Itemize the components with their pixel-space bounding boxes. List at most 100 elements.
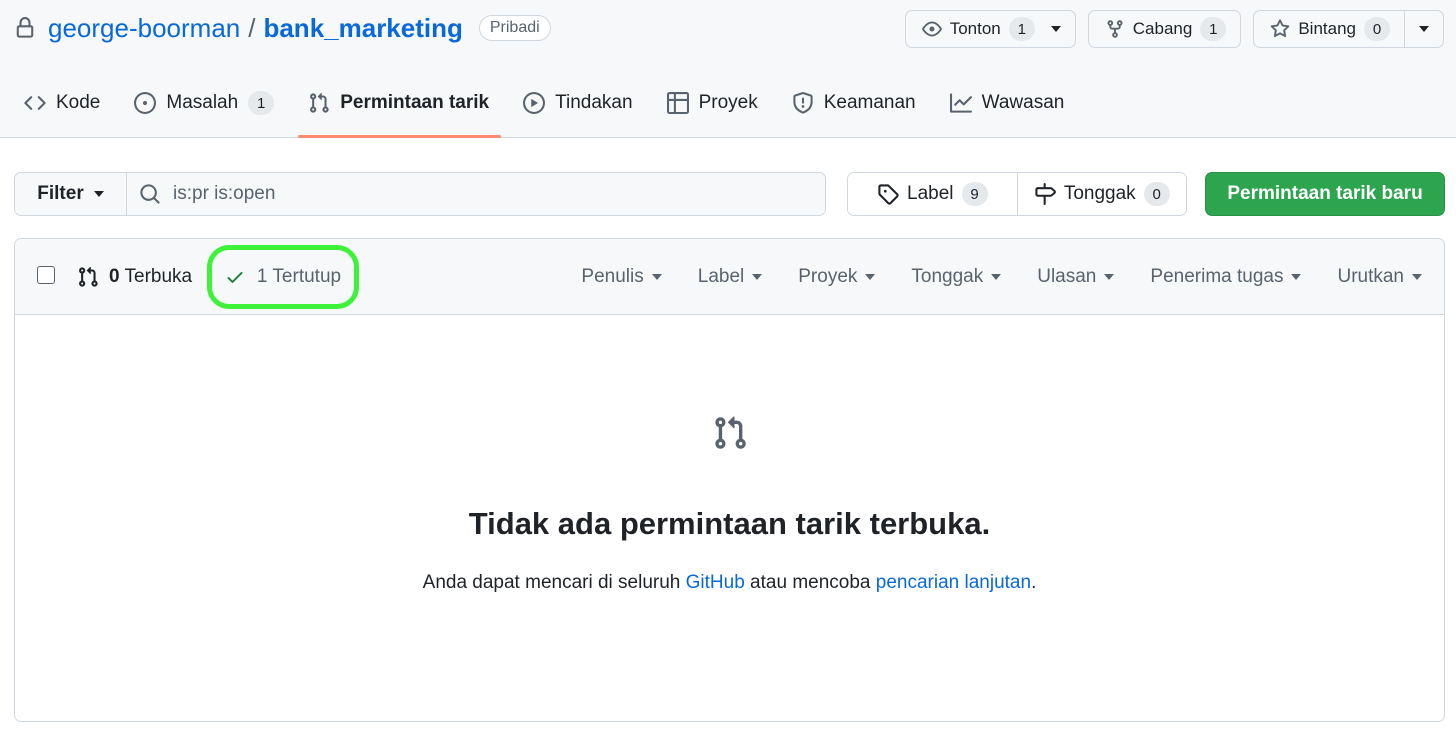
visibility-badge: Pribadi [478,15,551,41]
chevron-down-icon [1104,274,1115,280]
star-dropdown[interactable] [1404,11,1443,47]
list-header: 0 Terbuka 1 Tertutup Penulis Label Proye… [15,239,1444,315]
blankslate-text-middle: atau mencoba [744,572,876,593]
tab-insights[interactable]: Wawasan [940,82,1077,138]
list-filters: Penulis Label Proyek Tonggak Ulasan Pene… [581,239,1422,315]
tab-security-label: Keamanan [823,92,916,113]
fork-main[interactable]: Cabang 1 [1089,11,1241,47]
star-main[interactable]: Bintang 0 [1254,11,1404,47]
assignee-filter[interactable]: Penerima tugas [1150,266,1302,288]
labels-button[interactable]: Label 9 [848,173,1017,215]
reviews-filter[interactable]: Ulasan [1037,266,1115,288]
tab-pull-requests-label: Permintaan tarik [340,92,490,113]
watch-label: Tonton [949,19,1001,38]
chevron-down-icon [1412,274,1422,280]
milestones-label: Tonggak [1063,183,1136,204]
chevron-down-icon [865,274,876,280]
advanced-search-link[interactable]: pencarian lanjutan [876,572,1031,593]
tab-code-label: Kode [56,92,101,113]
tab-code[interactable]: Kode [14,82,112,138]
star-label: Bintang [1298,19,1356,38]
check-icon [227,272,243,283]
milestone-filter[interactable]: Tonggak [911,266,1002,288]
shield-icon [793,92,813,114]
closed-label: 1 Tertutup [256,266,342,287]
blankslate-text-before: Anda dapat mencari di seluruh [422,572,686,593]
eye-icon [921,21,942,37]
projects-filter-label: Proyek [798,266,858,287]
repo-owner-link[interactable]: george-boorman [48,13,240,44]
author-filter-label: Penulis [581,266,644,287]
pull-request-icon [79,266,98,287]
blankslate-title: Tidak ada permintaan tarik terbuka. [468,506,991,541]
new-pull-request-button[interactable]: Permintaan tarik baru [1205,172,1445,216]
fork-button[interactable]: Cabang 1 [1087,10,1242,48]
chevron-down-icon [1291,274,1302,280]
star-count: 0 [1364,17,1390,41]
tab-pull-requests[interactable]: Permintaan tarik [298,82,502,138]
open-filter-link[interactable]: 0 Terbuka [77,239,192,315]
issue-icon [134,92,157,114]
github-search-link[interactable]: GitHub [686,572,745,593]
filter-label: Filter [37,183,84,204]
play-icon [523,92,546,114]
search-box [127,173,825,215]
label-filter-label: Label [697,266,745,287]
chevron-down-icon [991,274,1002,280]
pull-request-icon [714,416,746,449]
chevron-down-icon [651,274,662,280]
watch-button[interactable]: Tonton 1 [904,10,1076,48]
repo-tabs: Kode Masalah 1 Permintaan tarik Tindakan… [14,82,1088,138]
closed-filter-link[interactable]: 1 Tertutup [207,245,359,309]
blankslate-text-after: . [1031,572,1037,593]
pull-request-icon [310,92,329,113]
filter-bar: Filter [14,172,826,216]
chevron-down-icon [93,191,104,197]
blankslate-text: Anda dapat mencari di seluruh GitHub ata… [15,572,1444,594]
tab-issues[interactable]: Masalah 1 [124,82,286,138]
tab-issues-count: 1 [248,91,275,115]
labels-count: 9 [961,182,988,206]
chevron-down-icon [752,274,763,280]
chevron-down-icon [1419,26,1429,32]
search-icon [140,184,160,204]
repo-title: george-boorman / bank_marketing Pribadi [14,10,551,46]
pull-request-list: 0 Terbuka 1 Tertutup Penulis Label Proye… [14,238,1445,722]
filter-button[interactable]: Filter [15,173,127,215]
fork-label: Cabang [1132,19,1193,38]
label-filter[interactable]: Label [698,266,763,288]
milestone-filter-label: Tonggak [911,266,984,287]
tab-security[interactable]: Keamanan [782,82,928,138]
watch-count: 1 [1008,17,1035,41]
milestones-button[interactable]: Tonggak 0 [1016,173,1186,215]
repo-actions: Tonton 1 Cabang 1 Bintang 0 [904,10,1444,48]
lock-icon [16,17,34,38]
labels-label: Label [907,183,954,204]
milestones-count: 0 [1143,182,1170,206]
sort-filter[interactable]: Urutkan [1337,266,1422,288]
star-button[interactable]: Bintang 0 [1253,10,1444,48]
projects-filter[interactable]: Proyek [798,266,876,288]
repo-separator: / [248,12,256,43]
blankslate: Tidak ada permintaan tarik terbuka. Anda… [15,415,1444,594]
tab-issues-label: Masalah [166,92,239,113]
tab-projects-label: Proyek [698,92,758,113]
open-count: 0 [109,266,120,287]
search-input[interactable] [173,183,773,205]
assignee-filter-label: Penerima tugas [1150,266,1284,287]
tab-insights-label: Wawasan [981,92,1065,113]
select-all-checkbox[interactable] [37,266,55,284]
author-filter[interactable]: Penulis [581,266,662,288]
milestone-icon [1035,183,1056,205]
open-label: Terbuka [124,266,193,287]
repo-name-link[interactable]: bank_marketing [263,13,462,44]
chevron-down-icon [1050,26,1061,32]
tab-actions-label: Tindakan [555,92,633,113]
code-icon [24,96,46,110]
graph-icon [949,93,972,113]
tab-actions[interactable]: Tindakan [513,82,644,138]
tab-projects[interactable]: Proyek [657,82,770,138]
sort-filter-label: Urutkan [1337,266,1404,287]
watch-main[interactable]: Tonton 1 [906,11,1075,47]
tag-icon [878,184,899,205]
